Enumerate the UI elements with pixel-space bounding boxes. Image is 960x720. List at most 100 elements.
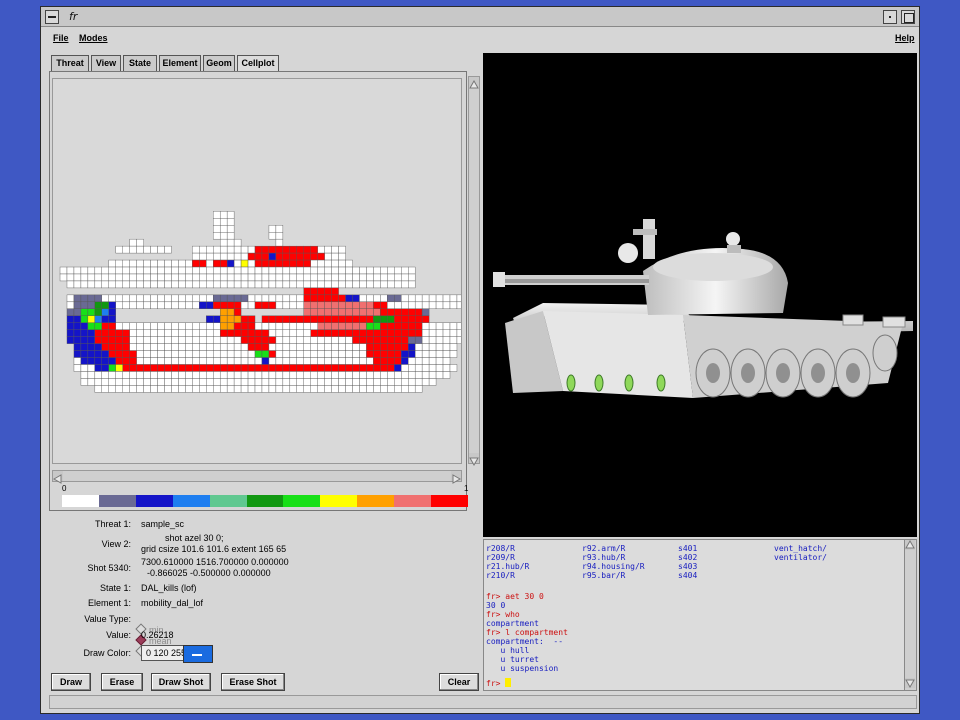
grid-cell — [366, 280, 374, 289]
grid-cell — [199, 252, 207, 261]
grid-cell — [366, 273, 374, 282]
grid-cell — [345, 336, 353, 344]
grid-cell — [122, 329, 130, 337]
grid-cell — [331, 371, 339, 379]
menu-help[interactable]: Help — [895, 33, 915, 43]
scroll-right-arrow-icon[interactable] — [451, 471, 462, 484]
maximize-button[interactable] — [901, 10, 915, 24]
grid-cell — [206, 245, 214, 254]
grid-cell — [394, 336, 402, 344]
grid-cell — [275, 357, 284, 365]
grid-cell — [164, 294, 172, 303]
grid-cell — [359, 343, 367, 351]
erase-button[interactable]: Erase — [101, 673, 143, 691]
grid-cell — [366, 378, 374, 386]
grid-cell — [108, 308, 116, 316]
grid-cell — [296, 336, 304, 344]
grid-cell — [289, 273, 297, 282]
cellplot-horizontal-scrollbar[interactable] — [52, 470, 462, 484]
grid-cell — [303, 343, 311, 351]
listing-entry: ventilator/ — [774, 553, 827, 562]
scroll-down-arrow-icon[interactable] — [469, 453, 479, 467]
scroll-up-arrow-icon[interactable] — [469, 77, 479, 89]
grid-cell — [331, 280, 339, 289]
grid-cell — [192, 245, 200, 254]
grid-cell — [408, 385, 416, 393]
grid-cell — [324, 308, 332, 316]
grid-cell — [268, 280, 277, 289]
grid-cell — [338, 357, 346, 365]
grid-cell — [192, 294, 200, 303]
grid-cell — [331, 336, 339, 344]
grid-cell — [387, 280, 395, 289]
console-scroll-up-icon[interactable] — [905, 539, 915, 550]
window-menu-button[interactable] — [45, 10, 59, 24]
tab-state[interactable]: State — [123, 55, 157, 71]
grid-cell — [414, 364, 423, 372]
grid-cell — [143, 336, 151, 344]
grid-cell — [282, 315, 291, 323]
grid-cell — [150, 357, 158, 365]
draw-button[interactable]: Draw — [51, 673, 91, 691]
command-console[interactable]: r208/R r209/R r21.hub/R r210/R r92.arm/R r93.… — [483, 539, 917, 691]
cellplot-canvas[interactable] — [52, 78, 462, 464]
grid-cell — [164, 371, 172, 379]
grid-cell — [331, 364, 339, 372]
grid-cell — [345, 364, 353, 372]
grid-cell — [192, 336, 200, 344]
grid-cell — [219, 266, 228, 275]
grid-cell — [268, 329, 277, 337]
grid-cell — [240, 371, 249, 379]
tab-view[interactable]: View — [91, 55, 121, 71]
grid-cell — [366, 385, 374, 393]
minimize-button[interactable] — [883, 10, 897, 24]
console-prompt-line[interactable]: fr> — [486, 678, 512, 688]
tab-cellplot[interactable]: Cellplot — [237, 55, 279, 71]
menu-file[interactable]: File — [53, 33, 69, 43]
scroll-left-arrow-icon[interactable] — [52, 471, 63, 484]
grid-cell — [303, 245, 311, 254]
grid-cell — [275, 238, 284, 247]
grid-cell — [282, 378, 291, 386]
grid-cell — [317, 336, 325, 344]
console-scrollbar[interactable] — [904, 539, 916, 690]
grid-cell — [359, 315, 367, 323]
clear-button[interactable]: Clear — [439, 673, 479, 691]
grid-cell — [192, 385, 200, 393]
grid-cell — [199, 245, 207, 254]
grid-cell — [213, 322, 221, 330]
grid-cell — [317, 259, 325, 268]
grid-cell — [338, 329, 346, 337]
grid-cell — [338, 336, 346, 344]
grid-cell — [129, 364, 137, 372]
draw-shot-button[interactable]: Draw Shot — [151, 673, 211, 691]
grid-cell — [87, 378, 96, 386]
grid-cell — [289, 315, 297, 323]
grid-cell — [282, 336, 291, 344]
tab-element[interactable]: Element — [159, 55, 201, 71]
grid-cell — [352, 315, 360, 323]
menu-modes[interactable]: Modes — [79, 33, 108, 43]
tab-threat[interactable]: Threat — [51, 55, 89, 71]
color-picker-button[interactable] — [183, 645, 213, 663]
cellplot-vertical-scrollbar[interactable] — [468, 76, 480, 467]
tab-geom[interactable]: Geom — [203, 55, 235, 71]
grid-cell — [247, 371, 256, 379]
grid-cell — [338, 245, 346, 254]
console-scroll-down-icon[interactable] — [905, 678, 915, 689]
tank-3d-view[interactable] — [483, 53, 917, 537]
grid-cell — [226, 378, 235, 386]
grid-cell — [387, 266, 395, 275]
grid-cell — [401, 336, 409, 344]
grid-cell — [226, 308, 235, 316]
grid-cell — [310, 252, 318, 261]
grid-cell — [414, 301, 423, 310]
grid-cell — [87, 343, 96, 351]
grid-cell — [185, 322, 193, 330]
grid-cell — [275, 245, 284, 254]
grid-cell — [199, 329, 207, 337]
grid-cell — [143, 343, 151, 351]
grid-cell — [254, 385, 263, 393]
erase-shot-button[interactable]: Erase Shot — [221, 673, 285, 691]
grid-cell — [129, 294, 137, 303]
